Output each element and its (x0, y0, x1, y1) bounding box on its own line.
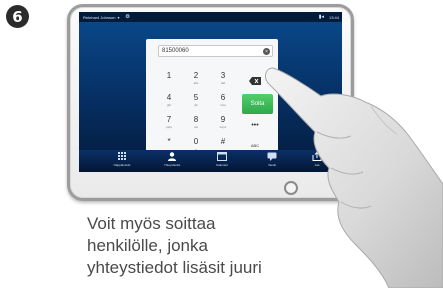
key-digit: # (220, 137, 226, 146)
clock-time: 13:44 (328, 15, 339, 20)
key-digit: 4 (166, 93, 172, 102)
key-letters: tuv (193, 125, 198, 129)
instruction-caption: Voit myös soittaa henkilölle, jonka yhte… (87, 213, 317, 279)
key-digit: * (167, 137, 171, 146)
tray-item-label: Näppäimistö (113, 163, 131, 167)
keypad-icon (118, 152, 126, 160)
chevron-down-icon[interactable]: ▾ (117, 15, 119, 20)
key-1[interactable]: 1 (158, 71, 180, 91)
key-letters: wxyz (219, 125, 227, 129)
key-letters: def (220, 81, 226, 85)
key-3[interactable]: 3 def (212, 71, 234, 91)
caption-line: Voit myös soittaa (87, 214, 216, 233)
caption-line: henkilölle, jonka (87, 236, 208, 255)
contacts-icon (168, 152, 176, 161)
key-letters: mno (220, 103, 226, 107)
key-digit: 9 (220, 115, 226, 124)
key-digit: 3 (220, 71, 226, 80)
key-6[interactable]: 6 mno (212, 93, 234, 113)
key-digit: 0 (193, 137, 199, 146)
caption-line: yhteystiedot lisäsit juuri (87, 258, 262, 277)
key-2[interactable]: 2 abc (185, 71, 207, 91)
key-digit: 5 (193, 93, 199, 102)
tray-item-keypad[interactable]: Näppäimistö (109, 152, 135, 167)
number-value: 81500060 (162, 48, 189, 54)
key-letters: pqrs (166, 125, 172, 129)
tray-item-label: Yhteystiedot (163, 163, 181, 167)
key-letters: abc (193, 81, 199, 85)
key-digit: 2 (193, 71, 199, 80)
step-number-badge: 6 (6, 5, 29, 28)
clear-icon[interactable]: × (263, 48, 270, 55)
key-8[interactable]: 8 tuv (185, 115, 207, 135)
tray-item-calendar[interactable]: Kalenteri (209, 152, 235, 167)
favorite-icon[interactable]: ❂ (125, 14, 129, 20)
key-letters: ghi (166, 103, 171, 107)
tray-item-contacts[interactable]: Yhteystiedot (159, 152, 185, 167)
key-5[interactable]: 5 jkl (185, 93, 207, 113)
key-4[interactable]: 4 ghi (158, 93, 180, 113)
tray-item-label: Kalenteri (216, 163, 228, 167)
camera-icon[interactable]: ▮◂ (319, 14, 324, 20)
key-9[interactable]: 9 wxyz (212, 115, 234, 135)
calendar-icon (217, 152, 227, 161)
key-digit: 8 (193, 115, 199, 124)
status-bar: Reinhard Johnson ▾ ❂ ▮◂ 13:44 (79, 12, 342, 22)
key-digit: 6 (220, 93, 226, 102)
number-input[interactable]: 81500060 × (158, 45, 273, 57)
key-digit: 1 (166, 71, 172, 80)
key-7[interactable]: 7 pqrs (158, 115, 180, 135)
key-digit: 7 (166, 115, 172, 124)
user-name[interactable]: Reinhard Johnson (83, 15, 115, 20)
key-letters: jkl (194, 103, 198, 107)
